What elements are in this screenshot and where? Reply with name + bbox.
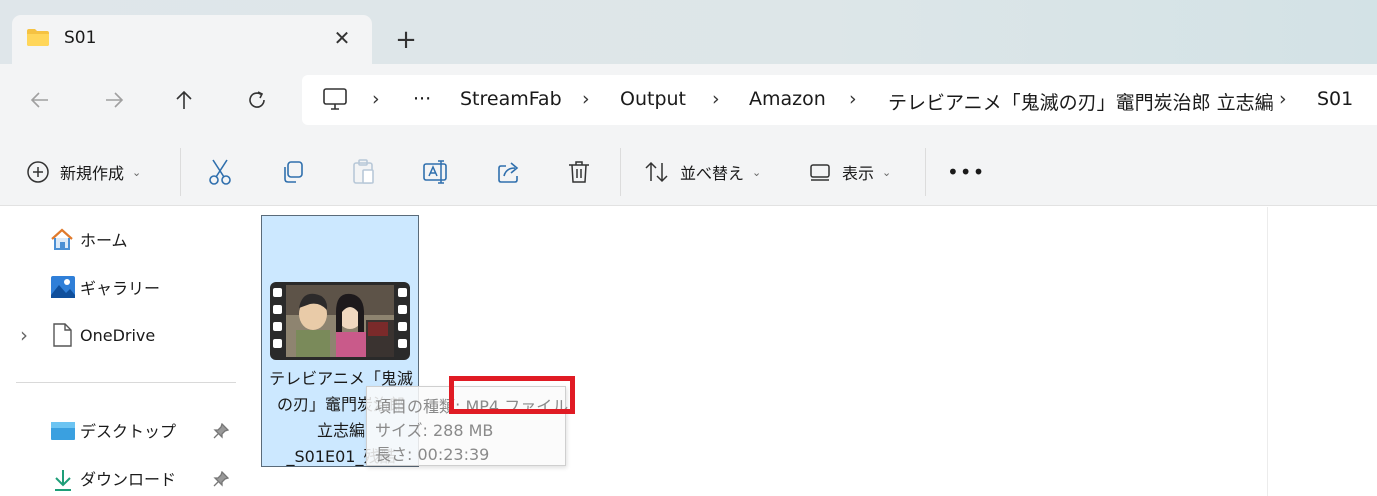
delete-button[interactable] [567, 150, 591, 194]
paste-button[interactable] [351, 150, 377, 194]
copy-button[interactable] [280, 150, 306, 194]
scissors-icon [209, 159, 231, 185]
sidebar-item-downloads[interactable]: ダウンロード [0, 458, 237, 496]
new-button-label: 新規作成 [60, 164, 125, 183]
pin-icon[interactable] [213, 471, 229, 487]
sort-icon [645, 161, 668, 183]
refresh-icon [249, 91, 265, 108]
sidebar-item-label: ギャラリー [80, 279, 161, 298]
rename-button[interactable] [422, 150, 450, 194]
sidebar-divider [16, 382, 236, 383]
breadcrumb-separator[interactable]: › [849, 88, 857, 110]
more-options-button[interactable]: ••• [947, 150, 985, 194]
arrow-right-icon [106, 92, 124, 108]
breadcrumb-output[interactable]: Output [620, 88, 686, 110]
share-icon [498, 162, 519, 183]
more-options-icon: ••• [947, 160, 986, 184]
tab-s01[interactable]: S01 ✕ [12, 15, 372, 64]
gallery-icon [51, 276, 75, 298]
share-button[interactable] [496, 150, 522, 194]
highlight-box [449, 376, 575, 414]
tooltip-size: サイズ: 288 MB [375, 421, 494, 440]
sort-button-label: 並べ替え [680, 164, 745, 183]
chevron-down-icon: ⌄ [132, 165, 142, 179]
back-button[interactable] [22, 82, 58, 118]
breadcrumb-amazon[interactable]: Amazon [749, 88, 826, 110]
breadcrumb-more[interactable]: ··· [413, 88, 431, 110]
forward-button[interactable] [96, 82, 132, 118]
close-icon[interactable]: ✕ [328, 24, 356, 52]
sidebar-item-gallery[interactable]: ギャラリー [0, 267, 237, 307]
chevron-right-icon[interactable]: › [20, 323, 28, 347]
sidebar-item-home[interactable]: ホーム [0, 219, 237, 259]
up-button[interactable] [166, 82, 202, 118]
arrow-left-icon [30, 92, 48, 108]
arrow-up-icon [176, 90, 192, 109]
sidebar-item-label: ホーム [80, 231, 128, 250]
address-bar[interactable]: › ··· StreamFab › Output › Amazon › テレビア… [302, 75, 1377, 125]
sidebar-item-desktop[interactable]: デスクトップ [0, 410, 237, 450]
trash-icon [569, 161, 589, 183]
breadcrumb-separator[interactable]: › [372, 88, 380, 110]
folder-icon [27, 29, 49, 46]
view-button-label: 表示 [842, 164, 875, 183]
sidebar-item-onedrive[interactable]: › OneDrive [0, 315, 237, 355]
tab-title: S01 [64, 28, 97, 48]
home-icon [51, 228, 73, 250]
view-button[interactable]: 表示 ⌄ [808, 150, 891, 194]
breadcrumb-streamfab[interactable]: StreamFab [460, 88, 562, 110]
tooltip-length: 長さ: 00:23:39 [375, 445, 490, 464]
chevron-down-icon: ⌄ [882, 165, 892, 179]
copy-icon [284, 161, 303, 183]
tab-strip: S01 ✕ + [0, 0, 1377, 64]
download-icon [55, 470, 71, 491]
sidebar-item-label: OneDrive [80, 325, 156, 345]
sidebar-item-label: デスクトップ [80, 422, 177, 441]
view-icon [810, 164, 830, 181]
refresh-button[interactable] [239, 82, 275, 118]
sidebar-item-label: ダウンロード [80, 470, 177, 489]
desktop-icon [51, 422, 75, 440]
clipboard-icon [353, 159, 374, 184]
divider [620, 148, 621, 196]
breadcrumb-series-folder[interactable]: テレビアニメ「鬼滅の刃」竈門炭治郎 立志編 [888, 88, 1274, 115]
divider [925, 148, 926, 196]
video-thumbnail [270, 282, 410, 360]
breadcrumb-s01[interactable]: S01 [1317, 88, 1353, 110]
command-bar: 新規作成 ⌄ 並べ替え ⌄ 表示 ⌄ ••• [0, 136, 1377, 206]
breadcrumb-separator[interactable]: › [1279, 88, 1287, 110]
monitor-icon [323, 88, 347, 110]
chevron-down-icon: ⌄ [752, 165, 762, 179]
rename-icon [423, 160, 447, 184]
cut-button[interactable] [207, 150, 233, 194]
new-tab-button[interactable]: + [390, 24, 422, 56]
new-button[interactable]: 新規作成 ⌄ [26, 150, 141, 194]
document-icon [53, 323, 72, 347]
scrollbar-track[interactable] [1267, 207, 1268, 496]
navigation-bar: › ··· StreamFab › Output › Amazon › テレビア… [0, 64, 1377, 136]
breadcrumb-separator[interactable]: › [712, 88, 720, 110]
pin-icon[interactable] [213, 423, 229, 439]
plus-circle-icon [27, 161, 49, 183]
sort-button[interactable]: 並べ替え ⌄ [644, 150, 761, 194]
divider [180, 148, 181, 196]
breadcrumb-separator[interactable]: › [582, 88, 590, 110]
